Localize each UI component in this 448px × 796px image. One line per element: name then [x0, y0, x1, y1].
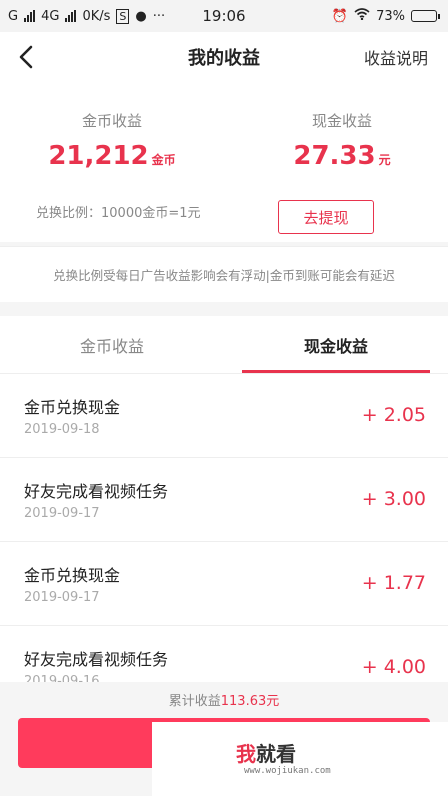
tab-bar: 金币收益 现金收益 — [0, 316, 448, 374]
coin-earnings-value: 21,212 金币 — [0, 141, 224, 171]
exchange-notice: 兑换比例受每日广告收益影响会有浮动|金币到账可能会有延迟 — [0, 246, 448, 302]
watermark: 我就看 www.wojiukan.com — [152, 722, 448, 796]
record-amount: + 2.05 — [361, 404, 426, 426]
record-name: 金币兑换现金 — [24, 398, 121, 417]
coin-value: 21,212 — [48, 141, 149, 171]
cash-earnings-value: 27.33 元 — [230, 141, 448, 171]
record-name: 好友完成看视频任务 — [24, 482, 169, 501]
total-earnings: 累计收益 113.63元 — [0, 682, 448, 716]
status-time: 19:06 — [202, 7, 246, 25]
watermark-char: 我 — [236, 742, 256, 766]
cash-unit: 元 — [378, 153, 391, 167]
coin-earnings: 金币收益 21,212 金币 — [0, 110, 224, 171]
watermark-logo: 我就看 — [236, 738, 296, 767]
exchange-ratio: 兑换比例：10000金币=1元 — [36, 206, 201, 221]
cash-value: 27.33 — [293, 141, 376, 171]
coin-earnings-label: 金币收益 — [81, 112, 142, 130]
record-date: 2019-09-18 — [24, 422, 100, 437]
tab-coin-earnings[interactable]: 金币收益 — [0, 316, 224, 373]
record-amount: + 1.77 — [361, 572, 426, 594]
record-date: 2019-09-17 — [24, 506, 100, 521]
record-name: 金币兑换现金 — [24, 566, 121, 585]
record-amount: + 4.00 — [361, 656, 426, 678]
coin-unit: 金币 — [151, 153, 176, 167]
record-date: 2019-09-17 — [24, 590, 100, 605]
watermark-text: 就看 — [256, 742, 296, 766]
record-name: 好友完成看视频任务 — [24, 650, 169, 669]
list-item[interactable]: 金币兑换现金 2019-09-17 + 1.77 — [0, 542, 448, 626]
nav-bar: 我的收益 收益说明 — [0, 32, 448, 82]
status-bar: G 4G 0K/s S ● ··· 19:06 ⏰ 73% — [0, 0, 448, 32]
records-list: 金币兑换现金 2019-09-18 + 2.05 好友完成看视频任务 2019-… — [0, 374, 448, 682]
battery-icon — [411, 10, 440, 22]
record-date: 2019-09-16 — [24, 674, 100, 682]
earnings-summary: 金币收益 21,212 金币 现金收益 27.33 元 兑换比例：10000金币=1… — [0, 82, 448, 242]
list-item[interactable]: 金币兑换现金 2019-09-18 + 2.05 — [0, 374, 448, 458]
total-label: 累计收益 — [168, 693, 221, 709]
earnings-help-link[interactable]: 收益说明 — [364, 45, 428, 69]
cash-earnings-label: 现金收益 — [311, 112, 372, 130]
tab-cash-earnings[interactable]: 现金收益 — [224, 316, 448, 373]
total-value: 113.63元 — [220, 693, 280, 709]
record-amount: + 3.00 — [361, 488, 426, 510]
cash-earnings: 现金收益 27.33 元 — [230, 110, 448, 171]
list-item[interactable]: 好友完成看视频任务 2019-09-16 + 4.00 — [0, 626, 448, 682]
list-item[interactable]: 好友完成看视频任务 2019-09-17 + 3.00 — [0, 458, 448, 542]
withdraw-button[interactable]: 去提现 — [278, 200, 374, 234]
watermark-url: www.wojiukan.com — [244, 766, 331, 776]
